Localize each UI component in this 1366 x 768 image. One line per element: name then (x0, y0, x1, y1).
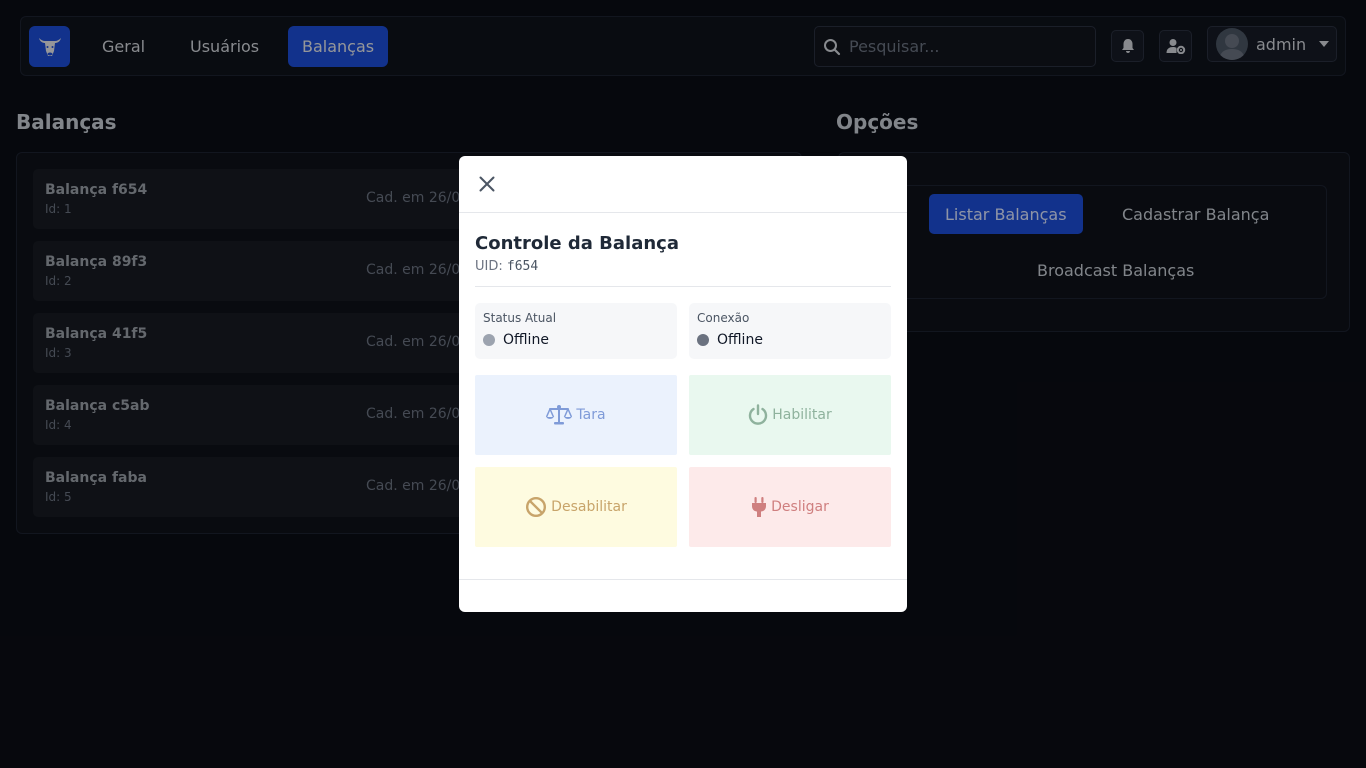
shutdown-label: Desligar (771, 499, 829, 515)
modal-title: Controle da Balança (475, 233, 679, 254)
ban-icon (526, 496, 547, 518)
uid-value: f654 (506, 259, 539, 274)
connection-dot (697, 334, 709, 346)
modal-header-divider (459, 212, 907, 213)
connection-value: Offline (697, 332, 763, 348)
status-text: Offline (503, 332, 549, 348)
modal-footer-divider (459, 579, 907, 580)
enable-label: Habilitar (772, 407, 832, 423)
status-value: Offline (483, 332, 549, 348)
uid-label: UID: (475, 259, 503, 274)
modal-uid: UID: f654 (475, 259, 538, 274)
scale-icon (546, 405, 573, 425)
status-label: Status Atual (483, 311, 557, 325)
tara-button[interactable]: Tara (475, 375, 677, 455)
power-icon (749, 404, 768, 425)
close-button[interactable] (475, 172, 499, 196)
connection-text: Offline (717, 332, 763, 348)
plug-icon (752, 497, 767, 517)
status-dot (483, 334, 495, 346)
close-icon (479, 176, 495, 192)
disable-label: Desabilitar (551, 499, 627, 515)
tara-label: Tara (576, 407, 606, 423)
connection-label: Conexão (697, 311, 750, 325)
enable-button[interactable]: Habilitar (689, 375, 891, 455)
connection-status-card: Conexão Offline (689, 303, 891, 359)
current-status-card: Status Atual Offline (475, 303, 677, 359)
disable-button[interactable]: Desabilitar (475, 467, 677, 547)
scale-control-modal: Controle da Balança UID: f654 Status Atu… (459, 156, 907, 612)
shutdown-button[interactable]: Desligar (689, 467, 891, 547)
modal-divider (475, 286, 891, 287)
